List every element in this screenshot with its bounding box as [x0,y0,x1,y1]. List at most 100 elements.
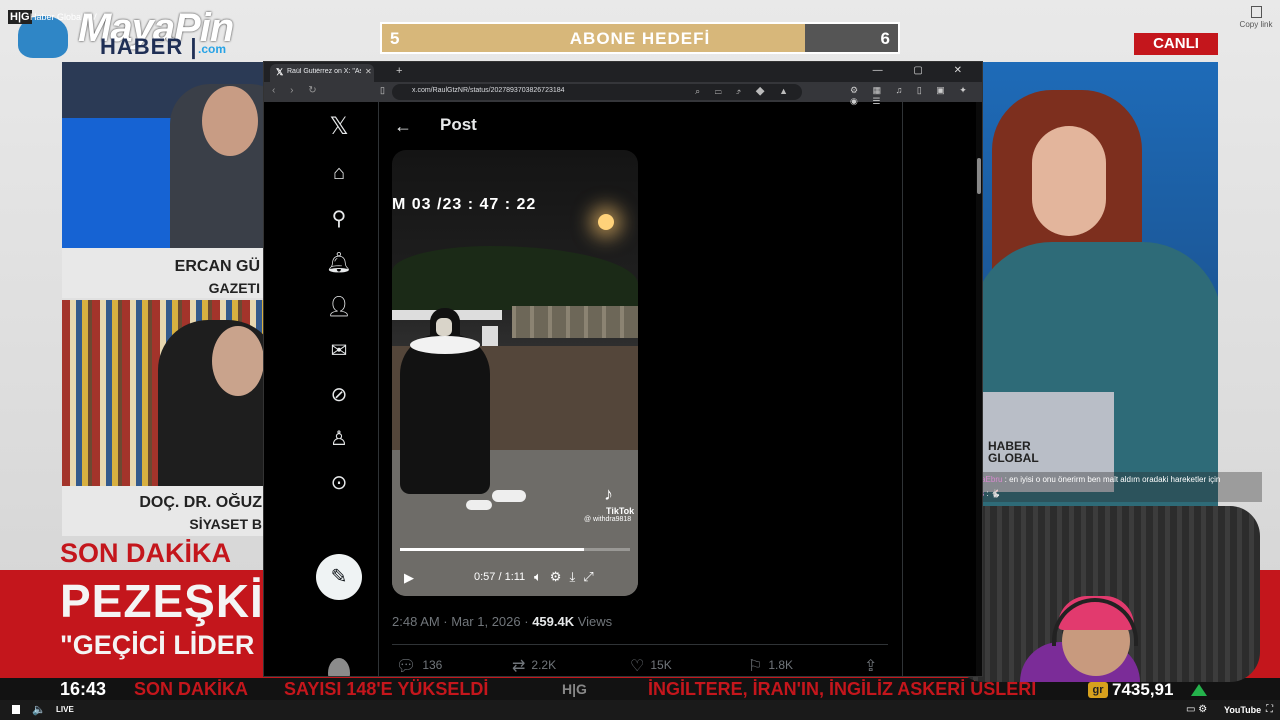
nav-buttons[interactable]: ‹ › ↻ [272,85,323,96]
repost-button[interactable]: ⇄ 2.2K [512,656,556,676]
repost-icon: ⇄ [512,658,526,675]
close-tab-icon[interactable]: ✕ [365,67,372,76]
guest-2-name: DOÇ. DR. OĞUZ [139,494,262,511]
search-icon[interactable]: ⚲ [324,206,354,231]
tiktok-brand: TikTok [606,506,635,516]
play-icon[interactable]: ▶ [404,570,414,586]
chat-message: MisraEbru : en iyisi o onu önerirm ben m… [966,475,1221,484]
video-figure-shoe [466,500,492,510]
account-avatar[interactable] [328,658,350,676]
address-bar-icons[interactable]: ⌕ ▭ ⤴ ◆ ▲ [695,86,794,97]
video-figure-collar [410,336,480,354]
video-timestamp: M 03 /23 : 47 : 22 [392,196,537,213]
address-bar[interactable]: x.com/RaulGtzNR/status/20278937038267231… [392,84,802,100]
repost-count: 2.2K [531,658,557,673]
post-column: ← Post M 03 /23 : 47 : 22 ♪ TikTok @ wit… [378,102,903,676]
captions-settings-icons[interactable]: ▭ ⚙ [1186,704,1207,715]
ticker-text-2: İNGİLTERE, İRAN'IN, İNGİLİZ ASKERİ ÜSLER… [648,679,1037,699]
home-icon[interactable]: ⌂ [324,162,354,185]
share-button[interactable]: ⇪ [864,656,883,676]
more-icon[interactable]: ⊙ [324,470,354,495]
guest-panel-1: ERCAN GÜ GAZETI [62,62,266,298]
copy-link-button[interactable]: Copy link [1236,6,1276,29]
messages-icon[interactable]: ✉ [324,338,354,363]
new-tab-button[interactable]: + [396,65,402,77]
tab-x-post[interactable]: 𝕏 Raúl Gutiérrez on X: "Así ocupe ✕ [270,64,374,82]
ticker-label: SON DAKİKA [134,679,249,699]
live-indicator[interactable]: LIVE [56,705,74,714]
guest-panel-2: DOÇ. DR. OĞUZ SİYASET B [62,300,266,536]
window-controls[interactable]: — ▢ ✕ [873,65,976,76]
reply-button[interactable]: 💬︎ 136 [396,656,442,676]
grok-icon[interactable]: ⊘ [324,382,354,407]
bookmark-icon[interactable]: ▯ [380,85,385,96]
fullscreen-button[interactable]: ⛶ [1266,704,1273,715]
video-time: 0:57 / 1:11 [474,571,526,583]
subscriber-goal-bar: 5 ABONE HEDEFİ 6 [380,22,900,54]
x-logo-icon[interactable]: 𝕏 [324,112,354,141]
live-badge: CANLI [1134,33,1218,55]
like-button[interactable]: ♡ 15K [630,656,672,676]
guest-2-head [212,326,264,396]
subscriber-target: 6 [880,29,890,48]
channel-prefix: H|G [8,10,32,24]
share-icon: ⇪ [864,658,878,675]
scrollbar[interactable] [976,102,982,676]
youtube-logo[interactable]: YouTube [1224,705,1261,715]
heart-icon: ♡ [630,658,645,675]
bookmark-button[interactable]: ⚐ 1.8K [748,656,793,676]
post-video[interactable]: M 03 /23 : 47 : 22 ♪ TikTok @ withdra981… [392,150,638,596]
views-label: Views [574,614,613,629]
video-streetlight [598,214,614,230]
back-arrow-icon[interactable]: ← [394,116,412,137]
guest-1-title: GAZETI [208,280,260,296]
post-meta: 2:48 AM · Mar 1, 2026 · 459.4K Views [392,614,612,629]
chat-text: 🐇 [990,489,1001,498]
video-figure-face [436,318,452,336]
ticker-text-1: SAYISI 148'E YÜKSELDİ [284,679,489,699]
laptop-logo-line2: GLOBAL [988,451,1039,465]
x-sidebar: 𝕏 ⌂ ⚲ 🔔︎ 👤︎ ✉ ⊘ ♙ ⊙ ✎ [264,102,379,676]
views-count: 459.4K [532,614,575,629]
ticker-time: 16:43 [60,679,107,699]
video-trees [392,246,638,310]
gold-badge: gr [1088,682,1108,698]
follow-icon[interactable]: 👤︎ [324,294,354,319]
subheadline: "GEÇİCİ LİDER [60,630,255,660]
guest-1-head [202,86,258,156]
compose-button[interactable]: ✎ [316,554,362,600]
channel-logo: H|G Haber Global TV MayaPin HABER | GLOB… [8,6,280,85]
reply-count: 136 [422,658,443,673]
post-timestamp: 2:48 AM · Mar 1, 2026 · [392,614,533,629]
video-progress-bar[interactable] [400,548,630,551]
headline: PEZEŞKİY [60,575,296,627]
browser-toolbar: ‹ › ↻ ▯ x.com/RaulGtzNR/status/202789370… [264,82,982,106]
tab-bar: 𝕏 Raúl Gutiérrez on X: "Así ocupe ✕ + — … [264,62,982,82]
url-text: x.com/RaulGtzNR/status/20278937038267231… [412,87,565,94]
reply-icon: 💬︎ [396,658,417,675]
pause-button[interactable] [12,705,20,714]
video-progress-fill [400,548,584,551]
tiktok-logo-icon: ♪ [604,484,613,504]
guest-2-title: SİYASET B [189,516,262,532]
compose-icon: ✎ [330,566,348,588]
post-header-title: Post [440,115,477,134]
video-figure [400,334,490,494]
scrollbar-thumb[interactable] [977,158,981,194]
video-sign [482,326,498,346]
anchor-panel: HABER GLOBAL [966,62,1218,532]
chat-overlay: MisraEbru : en iyisi o onu önerirm ben m… [962,472,1262,502]
notifications-icon[interactable]: 🔔︎ [324,250,354,275]
tab-title: Raúl Gutiérrez on X: "Así ocupe [287,68,361,75]
video-controls[interactable]: 🔈︎⚙⤓⤢ [534,569,602,585]
like-count: 15K [650,658,672,673]
tiktok-user: @ withdra9818 [584,516,632,523]
subscriber-goal-label: ABONE HEDEFİ [569,29,711,48]
volume-button[interactable]: 🔈 [32,704,46,716]
copy-link-label: Copy link [1239,20,1273,29]
breaking-news-label: SON DAKİKA [60,538,232,568]
browser-window: 𝕏 Raúl Gutiérrez on X: "Así ocupe ✕ + — … [264,62,982,676]
profile-icon[interactable]: ♙ [324,426,354,451]
copy-icon [1250,6,1262,18]
player-controls: 🔈 LIVE ▭ ⚙ YouTube ⛶ [0,700,1280,720]
